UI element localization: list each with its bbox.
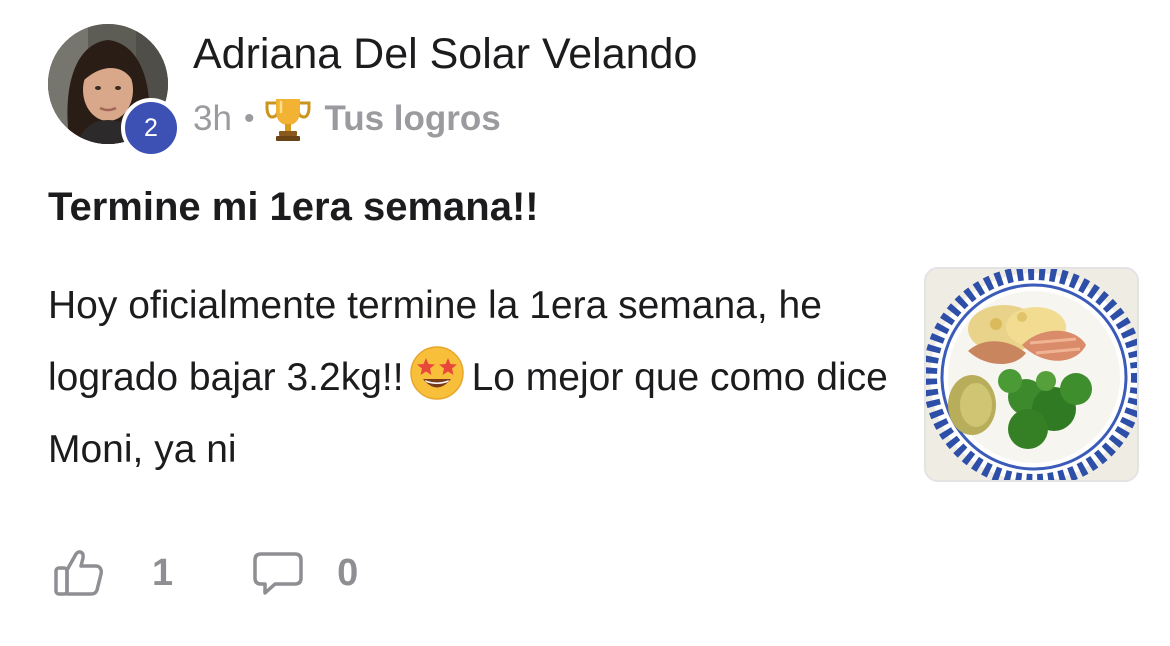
post-meta: 3h • Tus logros	[193, 96, 501, 142]
post-body[interactable]: Hoy oficialmente termine la 1era semana,…	[48, 270, 898, 486]
food-photo-thumbnail[interactable]	[924, 267, 1139, 482]
level-badge: 2	[121, 98, 181, 158]
comment-button[interactable]: 0	[251, 546, 358, 600]
trophy-icon	[264, 95, 312, 143]
comment-count: 0	[337, 551, 359, 594]
meta-separator: •	[243, 102, 255, 135]
thumbs-up-icon[interactable]	[52, 546, 106, 600]
like-count: 1	[152, 551, 174, 594]
post-actions: 1 0	[52, 543, 358, 603]
post-title[interactable]: Termine mi 1era semana!!	[48, 182, 539, 232]
comment-icon[interactable]	[251, 546, 305, 600]
like-button[interactable]: 1	[52, 546, 173, 600]
author-name[interactable]: Adriana Del Solar Velando	[193, 28, 697, 80]
star-struck-emoji-icon	[408, 344, 466, 402]
post-category[interactable]: Tus logros	[324, 99, 500, 139]
post-time: 3h	[193, 99, 232, 138]
